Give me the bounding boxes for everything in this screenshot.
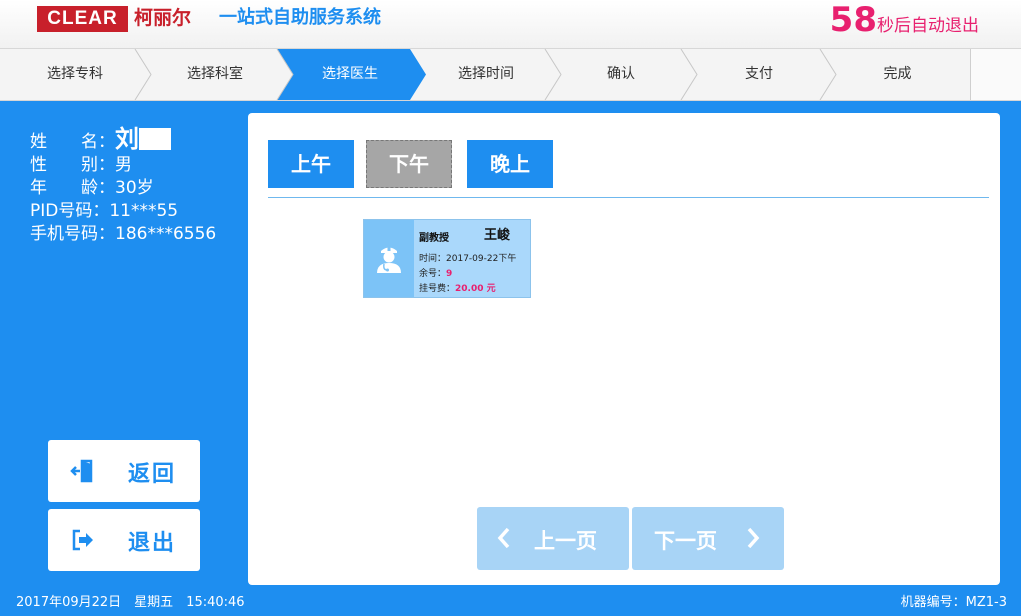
name-redaction-mask — [139, 128, 171, 150]
tab-morning[interactable]: 上午 — [268, 140, 354, 188]
doctor-name: 王峻 — [484, 228, 511, 243]
time-value: 2017-09-22下午 — [446, 254, 517, 264]
step-select-time: 选择时间 — [458, 66, 514, 82]
countdown: 58秒后自动退出 — [830, 1, 979, 39]
machine-id: 机器编号：MZ1-3 — [900, 595, 1007, 610]
system-title: 一站式自助服务系统 — [219, 7, 381, 28]
back-button[interactable]: 返回 — [48, 440, 200, 502]
fee-label: 挂号费： — [419, 284, 456, 294]
exit-button[interactable]: 退出 — [48, 509, 200, 571]
phone-value: 186***6556 — [115, 224, 217, 244]
countdown-number: 58 — [829, 0, 877, 40]
chevron-left-icon — [497, 527, 510, 549]
name-label: 姓 名： — [30, 132, 115, 152]
tab-afternoon[interactable]: 下午 — [366, 140, 452, 188]
remaining-label: 余号： — [419, 269, 447, 279]
step-confirm: 确认 — [607, 66, 635, 82]
doctor-time: 时间：2017-09-22下午 — [419, 251, 516, 264]
doctor-icon — [377, 247, 401, 273]
tab-divider — [268, 197, 989, 198]
back-icon — [70, 459, 93, 483]
pid-value: 11***55 — [109, 201, 179, 221]
name-value: 刘 — [115, 125, 139, 153]
time-label: 时间： — [419, 254, 447, 264]
pid-label: PID号码： — [30, 201, 110, 221]
patient-name-row: 姓 名：刘 — [30, 125, 216, 154]
brand-name: 柯丽尔 — [134, 7, 192, 29]
age-value: 30岁 — [115, 178, 154, 198]
step-progress-bar: 选择专科 选择科室 选择医生 选择时间 确认 支付 完成 — [0, 49, 1021, 101]
fee-value: 20.00 元 — [455, 284, 496, 294]
age-label: 年 龄： — [30, 178, 115, 198]
patient-info: 姓 名：刘 性 别：男 年 龄：30岁 PID号码：11***55 手机号码：1… — [30, 125, 216, 246]
doctor-title: 副教授 — [419, 233, 449, 244]
step-select-specialty: 选择专科 — [47, 66, 103, 82]
next-page-label: 下一页 — [654, 529, 717, 553]
phone-label: 手机号码： — [30, 224, 115, 244]
exit-button-label: 退出 — [128, 531, 177, 556]
step-complete: 完成 — [883, 66, 912, 82]
current-datetime: 2017年09月22日 星期五 15:40:46 — [16, 595, 245, 610]
step-select-department: 选择科室 — [187, 66, 243, 82]
step-select-doctor: 选择医生 — [322, 66, 378, 82]
gender-label: 性 别： — [30, 155, 115, 175]
doctor-selection-panel: 上午 下午 晚上 副教授 王峻 时间：2017-09-22下午 余号：9 挂号费… — [248, 113, 1000, 585]
doctor-avatar-area — [364, 220, 414, 297]
back-button-label: 返回 — [128, 462, 177, 487]
gender-value: 男 — [115, 155, 132, 175]
countdown-text: 秒后自动退出 — [877, 16, 979, 36]
next-page-button[interactable]: 下一页 — [632, 507, 784, 570]
tab-evening[interactable]: 晚上 — [467, 140, 553, 188]
patient-phone-row: 手机号码：186***6556 — [30, 223, 216, 246]
step-bar-end-cell — [970, 49, 1021, 100]
clear-logo: CLEAR — [37, 6, 128, 32]
chevron-right-icon — [747, 527, 760, 549]
top-header: CLEAR 柯丽尔 一站式自助服务系统 58秒后自动退出 — [0, 0, 1021, 49]
remaining-value: 9 — [446, 269, 453, 279]
step-pay: 支付 — [745, 66, 773, 82]
patient-pid-row: PID号码：11***55 — [30, 200, 216, 223]
prev-page-button[interactable]: 上一页 — [477, 507, 629, 570]
patient-age-row: 年 龄：30岁 — [30, 177, 216, 200]
doctor-remaining: 余号：9 — [419, 266, 452, 279]
exit-icon — [72, 529, 93, 551]
doctor-card[interactable]: 副教授 王峻 时间：2017-09-22下午 余号：9 挂号费：20.00 元 — [363, 219, 531, 298]
doctor-fee: 挂号费：20.00 元 — [419, 281, 496, 294]
prev-page-label: 上一页 — [534, 529, 597, 553]
patient-gender-row: 性 别：男 — [30, 154, 216, 177]
